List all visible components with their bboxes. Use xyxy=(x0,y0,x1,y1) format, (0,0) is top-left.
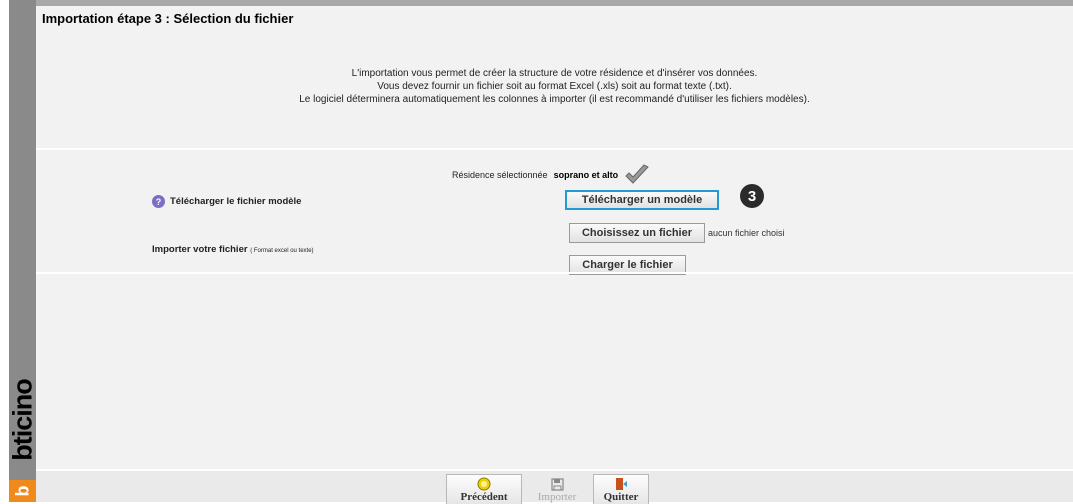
bottom-toolbar: Précédent Importer Quitter xyxy=(36,469,1073,504)
intro-text: L'importation vous permet de créer la st… xyxy=(36,67,1073,106)
bticino-logo: bticino xyxy=(9,360,36,480)
import-file-hint: ( Format excel ou texte) xyxy=(250,248,314,254)
checkmark-icon xyxy=(625,164,649,184)
residence-row: Résidence sélectionnée soprano et alto xyxy=(452,164,650,186)
brand-strip: bticino b xyxy=(9,0,36,502)
import-button[interactable]: Importer xyxy=(523,474,591,504)
step-3-badge: 3 xyxy=(740,184,764,208)
intro-line-3: Le logiciel déterminera automatiquement … xyxy=(299,94,810,105)
help-icon[interactable]: ? xyxy=(152,195,165,208)
intro-line-1: L'importation vous permet de créer la st… xyxy=(351,68,758,79)
intro-line-2: Vous devez fournir un fichier soit au fo… xyxy=(377,81,732,92)
import-label: Importer xyxy=(537,491,577,503)
quit-label: Quitter xyxy=(603,491,639,503)
residence-name: soprano et alto xyxy=(553,170,619,180)
save-icon xyxy=(550,477,564,491)
download-template-label: Télécharger le fichier modèle xyxy=(170,196,302,207)
divider xyxy=(36,272,1073,274)
import-panel: Importation étape 3 : Sélection du fichi… xyxy=(36,0,1073,469)
divider xyxy=(36,148,1073,150)
import-file-label: Importer votre fichier xyxy=(152,244,248,255)
previous-icon xyxy=(477,477,491,491)
import-file-row: Importer votre fichier ( Format excel ou… xyxy=(152,244,314,255)
previous-label: Précédent xyxy=(460,491,508,503)
download-template-row: ? Télécharger le fichier modèle xyxy=(152,195,301,208)
brand-letter: b xyxy=(12,485,32,497)
page-title: Importation étape 3 : Sélection du fichi… xyxy=(42,11,294,26)
exit-door-icon xyxy=(614,477,628,491)
download-template-button[interactable]: Télécharger un modèle xyxy=(565,190,719,210)
choose-file-button[interactable]: Choisissez un fichier xyxy=(569,223,705,243)
brand-orange-block: b xyxy=(9,480,36,502)
no-file-chosen-text: aucun fichier choisi xyxy=(708,228,785,238)
residence-label: Résidence sélectionnée xyxy=(452,170,548,180)
quit-button[interactable]: Quitter xyxy=(593,474,649,504)
previous-button[interactable]: Précédent xyxy=(446,474,522,504)
brand-name: bticino xyxy=(9,379,36,461)
